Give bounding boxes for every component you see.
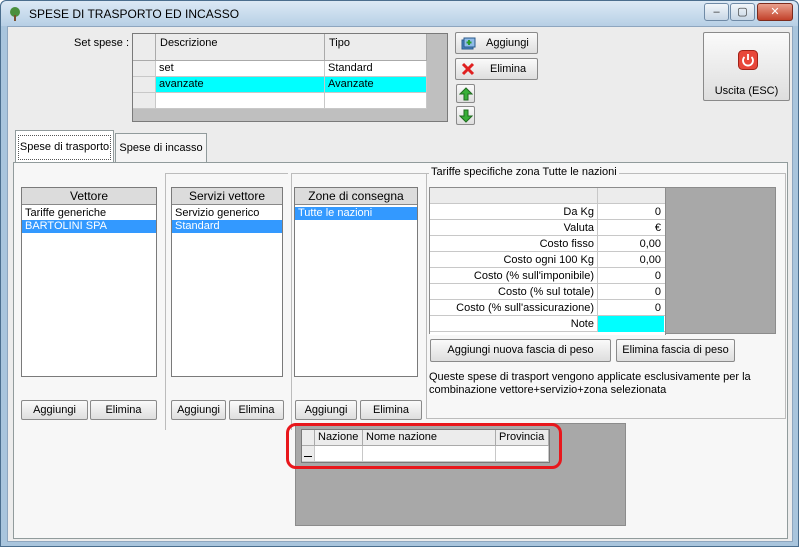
application-window: SPESE DI TRASPORTO ED INCASSO – ▢ ✕ Set … (0, 0, 799, 547)
tariffe-row[interactable]: Costo (% sul totale) 0 (430, 284, 665, 300)
power-icon (738, 50, 758, 70)
row-descrizione[interactable]: set (156, 61, 325, 77)
list-item[interactable]: Servizio generico (172, 207, 282, 220)
tariffe-value[interactable]: 0 (598, 284, 664, 300)
window-title: SPESE DI TRASPORTO ED INCASSO (29, 7, 240, 21)
row-selector[interactable] (133, 77, 156, 93)
add-set-button[interactable]: Aggiungi (455, 32, 538, 54)
tariffe-key: Costo (% sul totale) (430, 284, 598, 300)
delete-x-icon (461, 62, 475, 76)
set-spese-grid[interactable]: Descrizione Tipo set Standard avanzate A… (132, 33, 448, 122)
col-header-tipo[interactable]: Tipo (325, 34, 427, 61)
tariffe-key: Costo ogni 100 Kg (430, 252, 598, 268)
arrow-up-icon (459, 87, 473, 101)
servizi-add-button[interactable]: Aggiungi (171, 400, 226, 420)
tariffe-value[interactable]: 0,00 (598, 236, 664, 252)
vettore-list[interactable]: Vettore Tariffe generiche BARTOLINI SPA (21, 187, 157, 377)
list-item-selected[interactable]: Standard (172, 220, 282, 233)
row-descrizione-empty[interactable] (156, 93, 325, 109)
maximize-button[interactable]: ▢ (730, 3, 755, 21)
list-item-selected[interactable]: BARTOLINI SPA (22, 220, 156, 233)
table-row[interactable]: set Standard (133, 61, 427, 77)
vettore-header: Vettore (22, 188, 156, 205)
tab-spese-incasso[interactable]: Spese di incasso (115, 133, 207, 162)
tab-panel: Vettore Tariffe generiche BARTOLINI SPA … (13, 162, 788, 539)
tariffe-value[interactable]: 0 (598, 300, 664, 316)
zone-header: Zone di consegna (295, 188, 417, 205)
row-tipo-empty[interactable] (325, 93, 427, 109)
info-text-line1: Queste spese di trasport vengono applica… (429, 371, 751, 383)
highlight-ellipse (286, 423, 562, 469)
row-selector[interactable] (133, 61, 156, 77)
maximize-icon: ▢ (737, 6, 748, 18)
row-tipo[interactable]: Avanzate (325, 77, 427, 93)
tariffe-grid[interactable]: Da Kg 0 Valuta € Costo fisso 0,00 Costo ogn… (429, 187, 776, 335)
table-row[interactable]: avanzate Avanzate (133, 77, 427, 93)
delete-set-label: Elimina (490, 63, 527, 75)
move-down-button[interactable] (456, 106, 475, 125)
tab-spese-trasporto[interactable]: Spese di trasporto (15, 130, 114, 162)
tariffe-row[interactable]: Costo ogni 100 Kg 0,00 (430, 252, 665, 268)
tariffe-value[interactable]: € (598, 220, 664, 236)
tariffe-value[interactable]: 0 (598, 268, 664, 284)
zone-delete-button[interactable]: Elimina (360, 400, 422, 420)
zone-add-button[interactable]: Aggiungi (295, 400, 357, 420)
client-area: Set spese : Descrizione Tipo set Standar… (7, 26, 793, 542)
set-spese-label: Set spese : (74, 37, 130, 49)
tariffe-row[interactable]: Da Kg 0 (430, 204, 665, 220)
tariffe-header-row (430, 188, 665, 204)
arrow-down-icon (459, 109, 473, 123)
delete-set-button[interactable]: Elimina (455, 58, 538, 80)
tariffe-row[interactable]: Valuta € (430, 220, 665, 236)
tariffe-key: Costo (% sull'imponibile) (430, 268, 598, 284)
info-text-line2: combinazione vettore+servizio+zona selez… (429, 384, 667, 396)
tariffe-key: Da Kg (430, 204, 598, 220)
app-icon (10, 7, 20, 21)
tariffe-value[interactable] (598, 316, 664, 332)
tariffe-key: Valuta (430, 220, 598, 236)
add-set-label: Aggiungi (486, 37, 529, 49)
servizi-list[interactable]: Servizi vettore Servizio generico Standa… (171, 187, 283, 377)
row-selector[interactable] (133, 93, 156, 109)
move-up-button[interactable] (456, 84, 475, 103)
tariffe-key: Costo fisso (430, 236, 598, 252)
tariffe-legend: Tariffe specifiche zona Tutte le nazioni (429, 166, 619, 178)
tab-label: Spese di trasporto (18, 135, 111, 160)
tab-label: Spese di incasso (119, 142, 203, 154)
table-row-new[interactable] (133, 93, 427, 109)
tariffe-row[interactable]: Costo (% sull'assicurazione) 0 (430, 300, 665, 316)
zone-list[interactable]: Zone di consegna Tutte le nazioni (294, 187, 418, 377)
row-descrizione[interactable]: avanzate (156, 77, 325, 93)
tariffe-row[interactable]: Costo fisso 0,00 (430, 236, 665, 252)
exit-label: Uscita (ESC) (714, 85, 779, 97)
add-icon (461, 37, 476, 50)
list-item-selected[interactable]: Tutte le nazioni (295, 207, 417, 220)
tariffe-value[interactable]: 0,00 (598, 252, 664, 268)
grid-corner (133, 34, 156, 61)
tariffe-row[interactable]: Costo (% sull'imponibile) 0 (430, 268, 665, 284)
vettore-add-button[interactable]: Aggiungi (21, 400, 88, 420)
servizi-header: Servizi vettore (172, 188, 282, 205)
servizi-delete-button[interactable]: Elimina (229, 400, 284, 420)
list-item[interactable]: Tariffe generiche (22, 207, 156, 220)
minimize-icon: – (713, 6, 720, 18)
close-icon: ✕ (770, 6, 780, 18)
tariffe-key: Note (430, 316, 598, 332)
exit-button[interactable]: Uscita (ESC) (703, 32, 790, 101)
vettore-delete-button[interactable]: Elimina (90, 400, 157, 420)
title-bar[interactable]: SPESE DI TRASPORTO ED INCASSO – ▢ ✕ (1, 1, 798, 26)
col-header-descrizione[interactable]: Descrizione (156, 34, 325, 61)
row-tipo[interactable]: Standard (325, 61, 427, 77)
close-button[interactable]: ✕ (757, 3, 793, 21)
add-weight-band-button[interactable]: Aggiungi nuova fascia di peso (430, 339, 611, 362)
tariffe-row[interactable]: Note (430, 316, 665, 332)
delete-weight-band-button[interactable]: Elimina fascia di peso (616, 339, 735, 362)
tariffe-value[interactable]: 0 (598, 204, 664, 220)
tariffe-key: Costo (% sull'assicurazione) (430, 300, 598, 316)
minimize-button[interactable]: – (704, 3, 729, 21)
